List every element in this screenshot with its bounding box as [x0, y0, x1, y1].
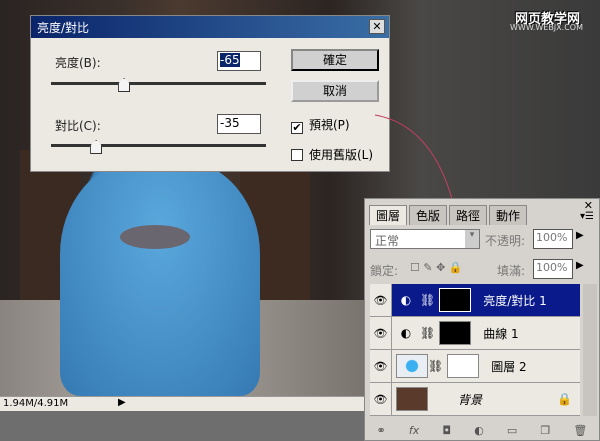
status-bar: 1.94M/4.91M ▶: [0, 396, 364, 411]
layer-name: 曲線 1: [483, 326, 519, 341]
adjustment-icon: ◐: [400, 293, 412, 307]
layer-thumbnail: [396, 354, 428, 378]
lock-icons[interactable]: ☐ ✎ ✥ 🔒: [410, 261, 462, 274]
tab-channels[interactable]: 色版: [409, 205, 448, 225]
layer-thumbnail: [396, 387, 428, 411]
eye-icon[interactable]: 👁: [370, 317, 392, 349]
contrast-label: 對比(C):: [55, 119, 101, 133]
legacy-checkbox[interactable]: 使用舊版(L): [291, 146, 373, 163]
link-icon: ⛓: [420, 326, 436, 340]
face: [60, 160, 260, 396]
layer-mask-thumbnail: [439, 288, 472, 312]
layer-row[interactable]: 👁 ⛓ 圖層 2: [370, 350, 580, 383]
brightness-value: -65: [220, 53, 240, 67]
panel-footer: ⚭ fx ◘ ◐ ▭ ❐ 🗑: [365, 420, 599, 440]
title-bar: 亮度/對比 ✕: [31, 16, 389, 38]
layer-name: 背景: [458, 392, 483, 407]
contrast-slider-thumb[interactable]: [90, 140, 103, 154]
brightness-slider[interactable]: [51, 82, 266, 85]
layer-name: 亮度/對比 1: [483, 293, 547, 308]
brightness-slider-thumb[interactable]: [118, 78, 131, 92]
brightness-input[interactable]: -65: [217, 51, 261, 71]
tab-layers[interactable]: 圖層: [369, 205, 408, 225]
new-layer-icon[interactable]: ❐: [540, 424, 550, 437]
group-icon[interactable]: ▭: [507, 424, 517, 437]
layer-row[interactable]: 👁 ◐ ⛓ 亮度/對比 1: [370, 284, 580, 317]
brightness-contrast-dialog: 亮度/對比 ✕ 亮度(B): -65 對比(C): -35 確定 取消 ✔ 預視(P…: [30, 15, 390, 172]
fx-icon[interactable]: fx: [409, 424, 419, 437]
preview-checkbox[interactable]: ✔ 預視(P): [291, 116, 350, 134]
brightness-label: 亮度(B):: [55, 56, 101, 70]
watermark-url: WWW.WEBJX.COM: [510, 23, 583, 32]
checkbox-icon: ✔: [291, 121, 303, 134]
lock-icon: 🔒: [557, 392, 572, 406]
opacity-input[interactable]: 100%: [533, 229, 573, 249]
opacity-label: 不透明:: [485, 234, 526, 248]
mask-icon[interactable]: ◘: [442, 424, 451, 437]
status-menu-arrow-icon[interactable]: ▶: [118, 397, 126, 408]
fill-input[interactable]: 100%: [533, 259, 573, 279]
eye-icon[interactable]: 👁: [370, 350, 392, 382]
eye-icon[interactable]: 👁: [370, 383, 392, 415]
layer-mask-thumbnail: [447, 354, 480, 378]
layer-mask-thumbnail: [439, 321, 472, 345]
panel-menu-icon[interactable]: ▾☰: [580, 211, 594, 222]
layer-row[interactable]: 👁 背景 🔒: [370, 383, 580, 416]
dialog-title: 亮度/對比: [37, 21, 90, 35]
blend-mode-value: 正常: [375, 234, 400, 248]
adjustment-icon: ◐: [400, 326, 412, 340]
doc-size: 1.94M/4.91M: [3, 398, 69, 409]
lock-label: 鎖定:: [370, 264, 399, 278]
ok-button[interactable]: 確定: [291, 49, 379, 71]
scrollbar[interactable]: [583, 284, 597, 416]
layers-panel: 圖層 色版 路徑 動作 ✕ ▾☰ 正常 ▾ 不透明: 100% ▶ 鎖定: ☐ ✎…: [364, 198, 600, 441]
adjustment-layer-icon[interactable]: ◐: [474, 424, 484, 437]
link-layers-icon[interactable]: ⚭: [377, 424, 386, 437]
layer-row[interactable]: 👁 ◐ ⛓ 曲線 1: [370, 317, 580, 350]
trash-icon[interactable]: 🗑: [573, 424, 587, 437]
link-icon: ⛓: [420, 293, 436, 307]
fill-arrow-icon[interactable]: ▶: [576, 260, 584, 271]
close-button[interactable]: ✕: [369, 19, 385, 34]
legacy-label: 使用舊版(L): [309, 148, 374, 162]
chevron-down-icon: ▾: [465, 230, 479, 248]
blend-mode-select[interactable]: 正常 ▾: [370, 229, 480, 249]
panel-tabs: 圖層 色版 路徑 動作: [369, 205, 529, 225]
opacity-arrow-icon[interactable]: ▶: [576, 230, 584, 241]
link-icon: ⛓: [428, 359, 444, 373]
cancel-button[interactable]: 取消: [291, 80, 379, 102]
tab-paths[interactable]: 路徑: [449, 205, 488, 225]
layer-name: 圖層 2: [491, 359, 527, 374]
checkbox-icon: [291, 149, 303, 161]
lips: [120, 225, 190, 249]
contrast-slider[interactable]: [51, 144, 266, 147]
tab-actions[interactable]: 動作: [489, 205, 528, 225]
preview-label: 預視(P): [309, 118, 350, 132]
eye-icon[interactable]: 👁: [370, 284, 392, 316]
fill-label: 填滿:: [497, 264, 526, 278]
contrast-input[interactable]: -35: [217, 114, 261, 134]
